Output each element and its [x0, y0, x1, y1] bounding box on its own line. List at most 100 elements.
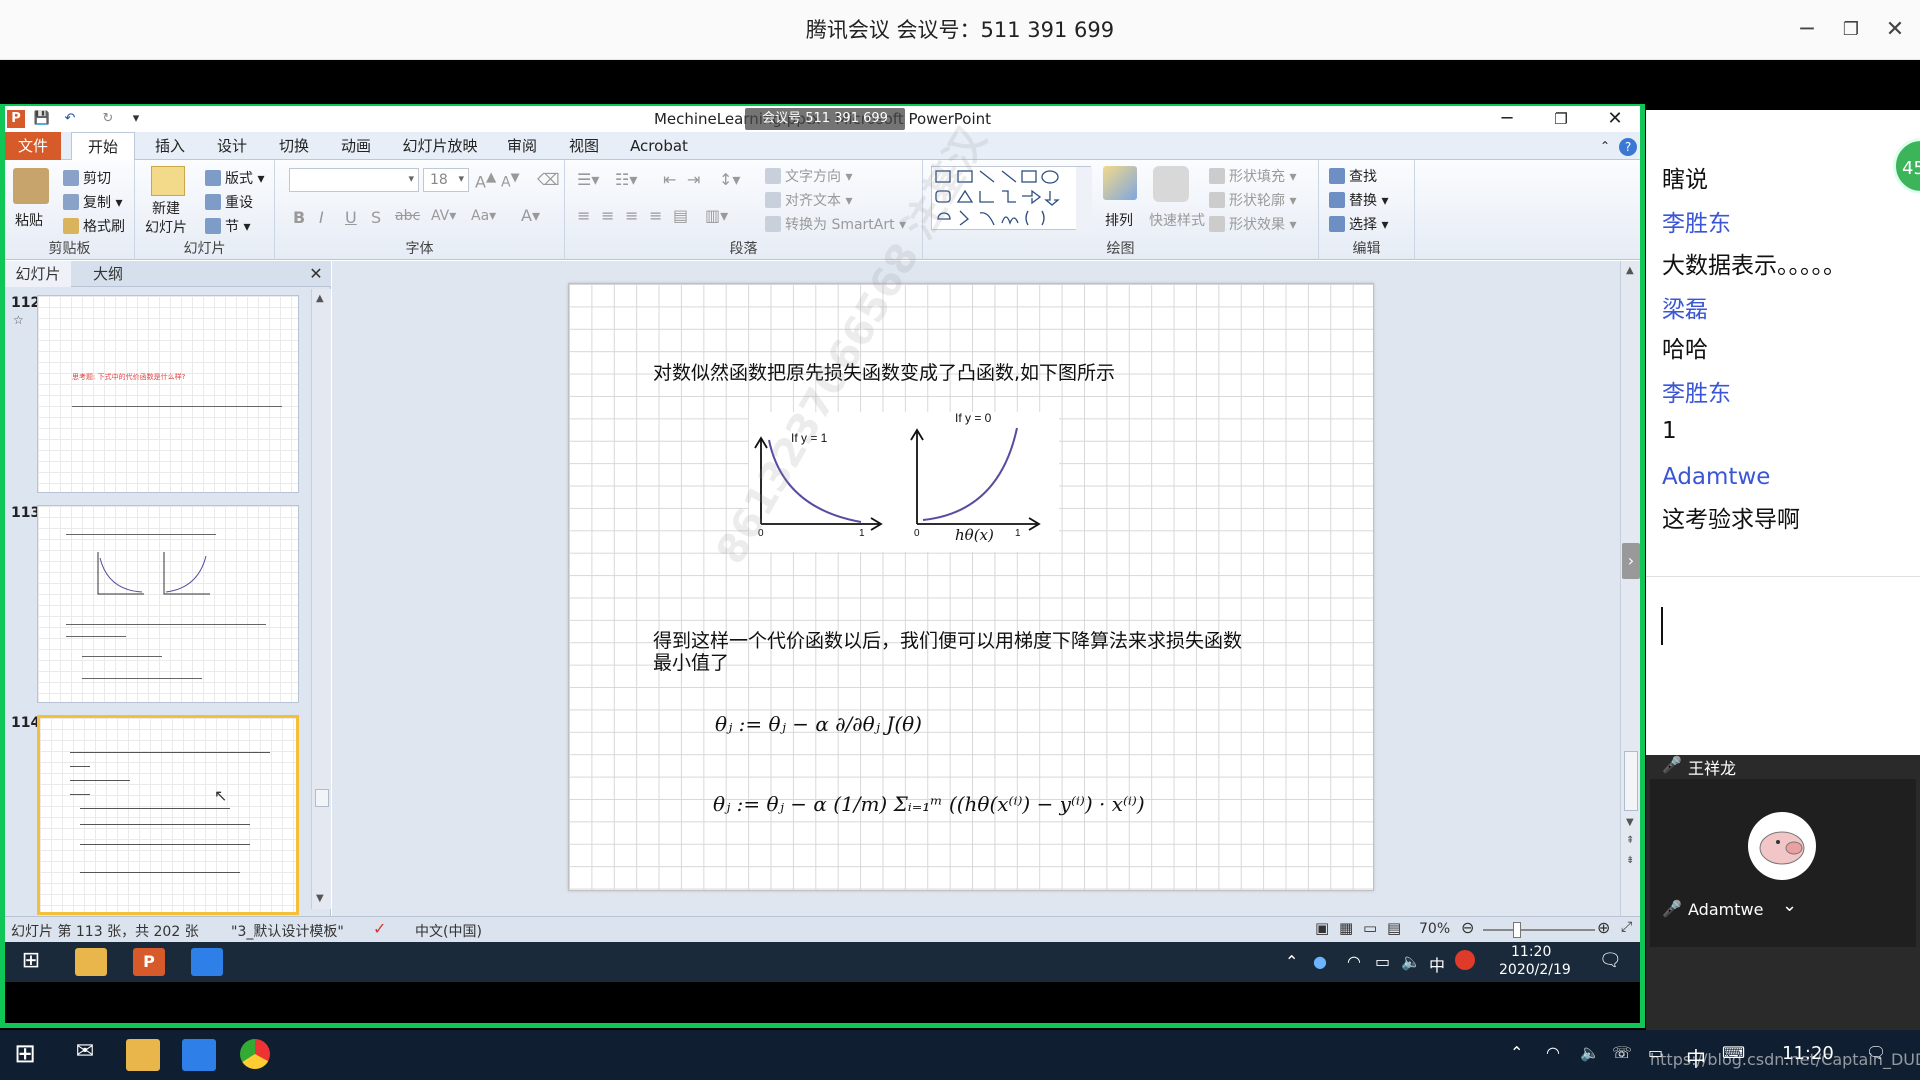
slide-thumbnail-112[interactable]: 思考题: 下式中的代价函数是什么样?: [37, 295, 299, 493]
font-color-icon[interactable]: A▾: [521, 206, 540, 225]
network-icon[interactable]: ☏: [1612, 1043, 1632, 1062]
zoom-slider[interactable]: [1483, 929, 1595, 931]
quick-styles-button[interactable]: 快速样式: [1149, 210, 1205, 230]
shape-fill-button[interactable]: 形状填充 ▾: [1209, 166, 1296, 186]
reading-view-icon[interactable]: ▭: [1363, 919, 1377, 937]
align-right-icon[interactable]: ≡: [625, 206, 638, 225]
spellcheck-icon[interactable]: ✓: [373, 919, 386, 938]
increase-indent-icon[interactable]: ⇥: [687, 170, 700, 189]
shape-outline-button[interactable]: 形状轮廓 ▾: [1209, 190, 1296, 210]
zoom-level[interactable]: 70%: [1419, 921, 1450, 937]
minimize-icon[interactable]: ─: [1790, 14, 1824, 46]
close-icon[interactable]: ✕: [1878, 14, 1912, 46]
decrease-indent-icon[interactable]: ⇤: [663, 170, 676, 189]
paste-button[interactable]: 粘贴: [15, 210, 43, 230]
scroll-thumb[interactable]: [1624, 751, 1638, 811]
align-center-icon[interactable]: ≡: [601, 206, 614, 225]
sorter-view-icon[interactable]: ▦: [1339, 919, 1353, 937]
minimize-ribbon-icon[interactable]: ⌃: [1595, 132, 1615, 160]
file-explorer-icon[interactable]: [75, 948, 107, 976]
windows-start-icon[interactable]: ⊞: [15, 948, 47, 976]
shrink-font-icon[interactable]: A▼: [501, 170, 520, 191]
tab-file[interactable]: 文件: [5, 132, 61, 160]
previous-slide-icon[interactable]: ⇞: [1626, 835, 1634, 846]
tab-transitions[interactable]: 切换: [267, 132, 321, 160]
wifi-icon[interactable]: ◠: [1347, 952, 1361, 971]
select-button[interactable]: 选择 ▾: [1329, 214, 1388, 234]
slideshow-view-icon[interactable]: ▤: [1387, 919, 1401, 937]
bullets-icon[interactable]: ☰▾: [577, 170, 599, 189]
char-spacing-icon[interactable]: AV▾: [431, 208, 456, 224]
tab-view[interactable]: 视图: [557, 132, 611, 160]
tab-slides[interactable]: 幻灯片: [5, 261, 71, 287]
tray-arrow-icon[interactable]: ⌃: [1510, 1043, 1523, 1062]
clear-format-icon[interactable]: ⌫: [537, 170, 560, 189]
layout-button[interactable]: 版式 ▾: [205, 168, 264, 188]
ppt-minimize-icon[interactable]: ─: [1485, 106, 1529, 132]
close-pane-icon[interactable]: ✕: [305, 261, 327, 287]
align-text-button[interactable]: 对齐文本 ▾: [765, 190, 852, 210]
grow-font-icon[interactable]: A▲: [475, 170, 496, 191]
volume-icon[interactable]: 🔈: [1580, 1043, 1600, 1062]
replace-button[interactable]: 替换 ▾: [1329, 190, 1388, 210]
align-left-icon[interactable]: ≡: [577, 206, 590, 225]
sogou-icon[interactable]: [1455, 950, 1475, 970]
italic-icon[interactable]: I: [319, 208, 324, 227]
ppt-restore-icon[interactable]: ❐: [1539, 106, 1583, 132]
chat-input[interactable]: [1646, 576, 1920, 755]
wifi-icon[interactable]: ◠: [1546, 1043, 1560, 1062]
zoom-slider-thumb[interactable]: [1513, 922, 1521, 938]
format-painter-button[interactable]: 格式刷: [63, 216, 125, 236]
tab-home[interactable]: 开始: [71, 132, 135, 161]
paste-icon[interactable]: [13, 168, 49, 204]
scroll-up-icon[interactable]: ▲: [316, 293, 324, 304]
mail-icon[interactable]: ✉: [68, 1039, 102, 1071]
scroll-down-icon[interactable]: ▼: [1626, 817, 1634, 828]
find-button[interactable]: 查找: [1329, 166, 1377, 186]
arrange-button[interactable]: 排列: [1105, 210, 1133, 230]
powerpoint-taskbar-icon[interactable]: P: [133, 948, 165, 976]
line-spacing-icon[interactable]: ↕▾: [719, 170, 740, 189]
zoom-in-icon[interactable]: ⊕: [1597, 918, 1610, 937]
shadow-icon[interactable]: S: [371, 208, 381, 227]
change-case-icon[interactable]: Aa▾: [471, 208, 496, 224]
notification-icon[interactable]: 🗨: [1599, 950, 1622, 971]
chrome-icon[interactable]: [240, 1039, 270, 1069]
cut-button[interactable]: 剪切: [63, 168, 111, 188]
distributed-icon[interactable]: ▤: [673, 206, 688, 225]
tab-insert[interactable]: 插入: [143, 132, 197, 160]
shape-effects-button[interactable]: 形状效果 ▾: [1209, 214, 1296, 234]
section-button[interactable]: 节 ▾: [205, 216, 250, 236]
quick-styles-icon[interactable]: [1153, 166, 1189, 202]
scroll-down-icon[interactable]: ▼: [316, 893, 324, 904]
bold-icon[interactable]: B: [293, 208, 305, 227]
normal-view-icon[interactable]: ▣: [1315, 919, 1329, 937]
new-slide-icon[interactable]: [151, 166, 185, 196]
battery-icon[interactable]: ▭: [1375, 952, 1390, 971]
tab-review[interactable]: 审阅: [495, 132, 549, 160]
expand-chat-icon[interactable]: ›: [1622, 543, 1640, 579]
justify-icon[interactable]: ≡: [649, 206, 662, 225]
slide-thumbnail-113[interactable]: [37, 505, 299, 703]
reset-button[interactable]: 重设: [205, 192, 253, 212]
tencent-meeting-taskbar-icon[interactable]: [191, 948, 223, 976]
current-slide[interactable]: 对数似然函数把原先损失函数变成了凸函数,如下图所示 If y = 1 If y …: [568, 120, 1374, 891]
help-icon[interactable]: ?: [1619, 138, 1637, 156]
zoom-out-icon[interactable]: ⊖: [1461, 918, 1474, 937]
numbering-icon[interactable]: ☷▾: [615, 170, 637, 189]
underline-icon[interactable]: U: [345, 208, 357, 227]
strikethrough-icon[interactable]: abc: [395, 208, 420, 224]
tray-arrow-icon[interactable]: ⌃: [1285, 952, 1298, 971]
tray-app-icon[interactable]: ●: [1313, 952, 1327, 971]
restore-icon[interactable]: ❐: [1834, 14, 1868, 46]
slide-scrollbar[interactable]: ▲ › ▼ ⇞ ⇟: [1620, 261, 1640, 916]
slide-thumbnail-114[interactable]: ↖: [37, 715, 299, 915]
ime-indicator[interactable]: 中: [1429, 952, 1445, 976]
text-direction-button[interactable]: 文字方向 ▾: [765, 166, 852, 186]
slides-pane-scrollbar[interactable]: ▲ ▼: [311, 289, 331, 909]
tab-outline[interactable]: 大纲: [75, 261, 141, 287]
next-slide-icon[interactable]: ⇟: [1626, 855, 1634, 866]
tab-animations[interactable]: 动画: [329, 132, 383, 160]
columns-icon[interactable]: ▥▾: [705, 206, 728, 225]
ppt-close-icon[interactable]: ✕: [1593, 106, 1637, 132]
